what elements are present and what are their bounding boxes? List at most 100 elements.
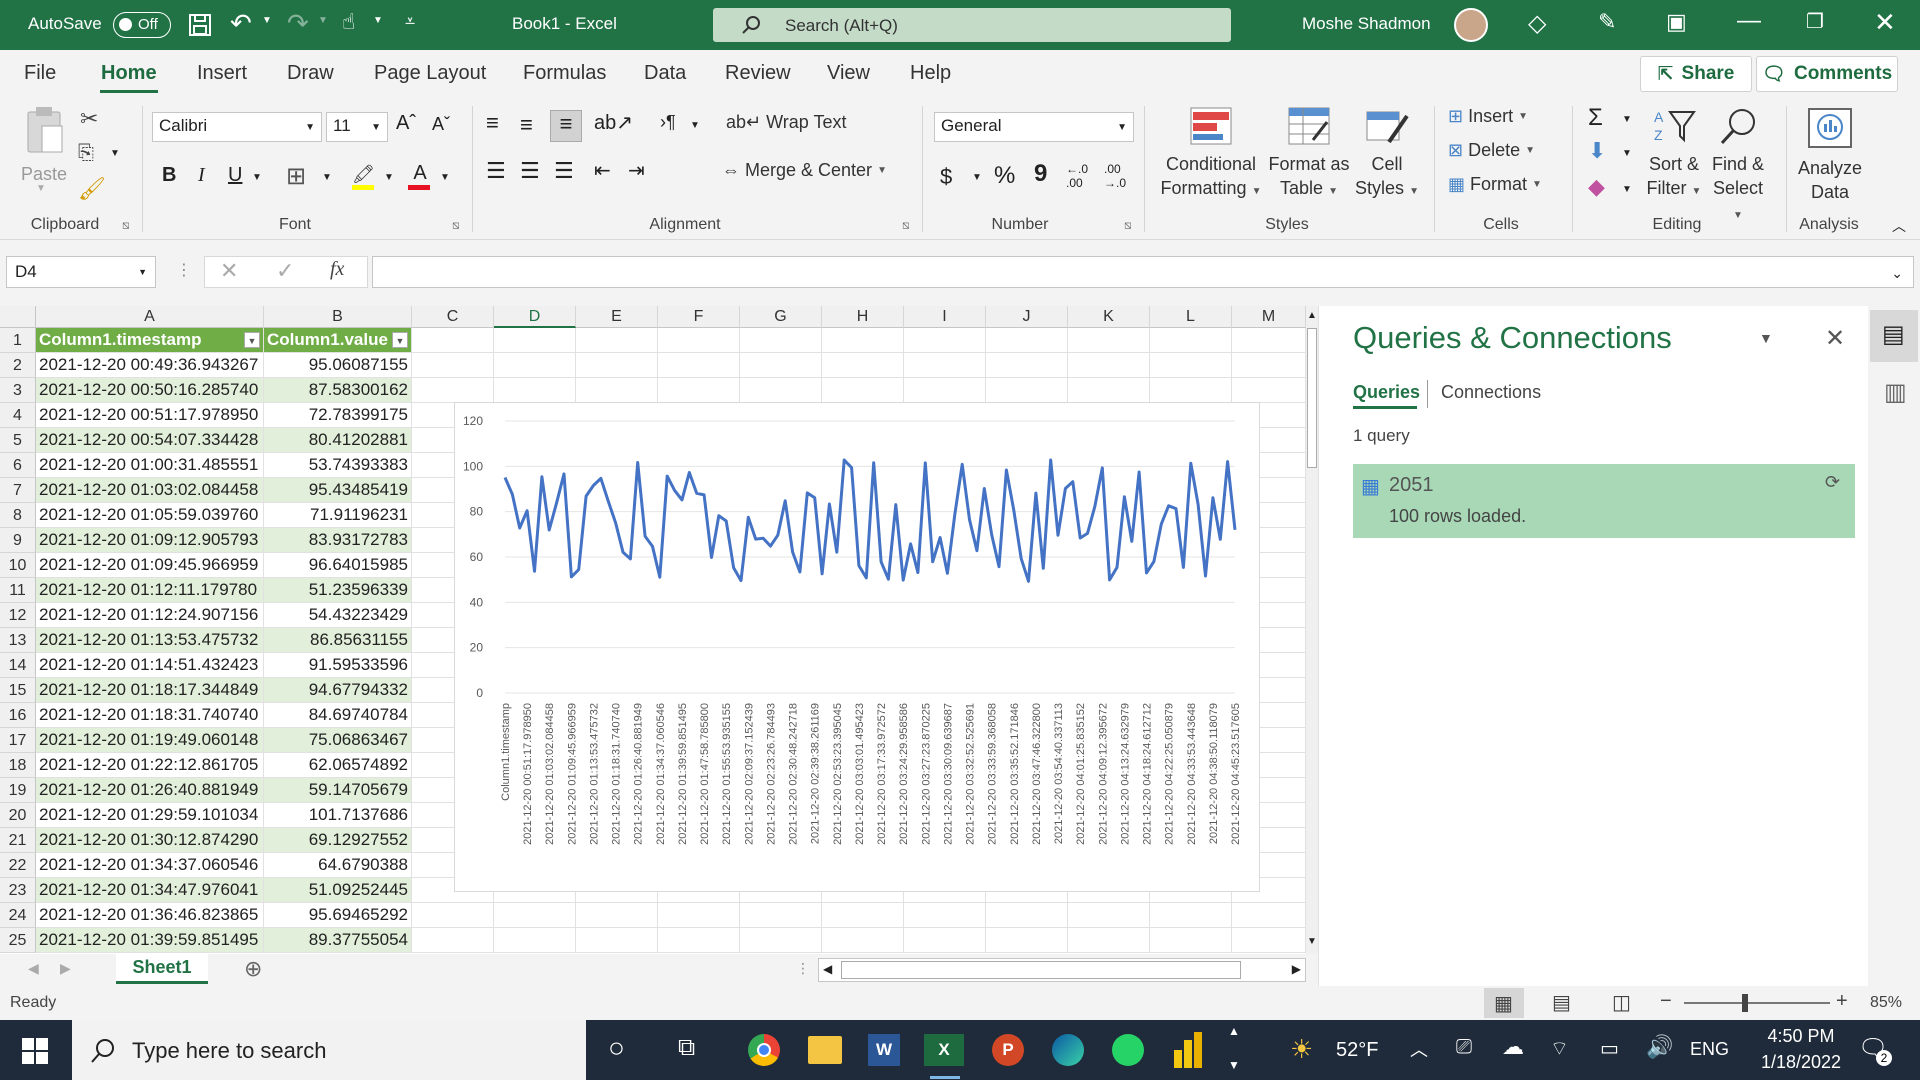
touch-mode-icon[interactable]: ☝ [342,9,355,35]
network-icon[interactable]: ⌔ [1550,1036,1569,1061]
row-header[interactable]: 2 [0,353,36,378]
table-cell[interactable]: 96.64015985 [264,553,412,578]
name-box[interactable]: D4 ▼ [6,256,156,288]
table-cell[interactable]: 2021-12-20 01:18:17.344849 [36,678,264,703]
table-cell[interactable]: 2021-12-20 01:05:59.039760 [36,503,264,528]
font-launcher-icon[interactable]: ⧅ [452,218,460,233]
cell[interactable] [986,353,1068,378]
cell[interactable] [904,378,986,403]
cell[interactable] [740,378,822,403]
paste-button[interactable]: Paste [18,104,70,186]
table-cell[interactable]: 101.7137686 [264,803,412,828]
cell[interactable] [1232,928,1306,953]
align-center-icon[interactable]: ☰ [520,158,540,184]
redo-dropdown-icon[interactable]: ▼ [318,15,328,26]
italic-button[interactable]: I [198,164,205,187]
cell[interactable] [1232,903,1306,928]
cell[interactable] [576,378,658,403]
column-header-e[interactable]: E [576,306,658,328]
excel-icon[interactable]: X [924,1034,964,1066]
table-cell[interactable]: 95.43485419 [264,478,412,503]
enter-icon[interactable]: ✓ [276,258,294,284]
cell[interactable] [412,353,494,378]
column-header-m[interactable]: M [1232,306,1306,328]
cell[interactable] [740,903,822,928]
pane-close-icon[interactable]: ✕ [1825,324,1845,353]
table-header-timestamp[interactable]: Column1.timestamp ▼ [36,328,264,353]
row-header[interactable]: 18 [0,753,36,778]
cell[interactable] [1150,353,1232,378]
query-item[interactable]: ▦ 2051 100 rows loaded. ⟳ [1353,464,1855,538]
rtl-dropdown-icon[interactable]: ▼ [690,120,700,131]
cell[interactable] [576,328,658,353]
column-header-b[interactable]: B [264,306,412,328]
cut-icon[interactable]: ✂ [80,106,98,132]
row-header[interactable]: 22 [0,853,36,878]
cell[interactable] [494,378,576,403]
underline-button[interactable]: U [228,164,242,187]
cell[interactable] [1150,328,1232,353]
tab-view[interactable]: View [827,62,870,85]
align-left-icon[interactable]: ☰ [486,158,506,184]
table-cell[interactable]: 95.06087155 [264,353,412,378]
pen-icon[interactable]: ✎ [1598,9,1616,35]
insert-cells-button[interactable]: ⊞ Insert ▼ [1448,106,1528,127]
cell[interactable] [658,378,740,403]
table-cell[interactable]: 2021-12-20 01:03:02.084458 [36,478,264,503]
diamond-icon[interactable]: ◇ [1528,9,1546,38]
column-header-j[interactable]: J [986,306,1068,328]
customize-toolbar-icon[interactable]: ⩡ [405,11,415,32]
row-header[interactable]: 15 [0,678,36,703]
restore-icon[interactable]: ❐ [1806,9,1824,34]
percent-button[interactable]: % [994,162,1015,190]
cell[interactable] [1232,378,1306,403]
clear-icon[interactable]: ◆ [1588,174,1605,200]
table-cell[interactable]: 2021-12-20 01:00:31.485551 [36,453,264,478]
tab-insert[interactable]: Insert [197,62,247,85]
cell[interactable] [1068,353,1150,378]
insert-function-button[interactable]: fx [330,258,344,281]
whatsapp-icon[interactable] [1112,1034,1144,1066]
scroll-up-icon[interactable]: ▲ [1307,310,1317,321]
edge-icon[interactable] [1052,1034,1084,1066]
increase-indent-icon[interactable]: ⇥ [628,158,645,183]
cell[interactable] [412,328,494,353]
cell[interactable] [740,928,822,953]
cell[interactable] [822,353,904,378]
number-format-select[interactable]: General ▼ [934,112,1134,142]
row-header[interactable]: 24 [0,903,36,928]
cell[interactable] [986,903,1068,928]
row-header[interactable]: 6 [0,453,36,478]
cell[interactable] [904,903,986,928]
cell[interactable] [576,903,658,928]
formula-input[interactable]: ⌄ [372,256,1914,288]
table-cell[interactable]: 2021-12-20 01:13:53.475732 [36,628,264,653]
tab-data[interactable]: Data [644,62,686,85]
share-button[interactable]: ⇱ Share [1640,56,1752,92]
row-header[interactable]: 17 [0,728,36,753]
align-top-icon[interactable]: ≡ [486,110,499,136]
scroll-thumb[interactable] [1307,328,1317,468]
cell[interactable] [494,903,576,928]
column-header-d[interactable]: D [494,306,576,328]
windows-start-icon[interactable] [22,1038,48,1064]
orientation-icon[interactable]: ab↗ [594,110,633,135]
properties-icon[interactable]: ▥ [1884,378,1907,407]
table-cell[interactable]: 62.06574892 [264,753,412,778]
table-cell[interactable]: 53.74393383 [264,453,412,478]
column-header-c[interactable]: C [412,306,494,328]
cell[interactable] [1150,378,1232,403]
vertical-scrollbar[interactable]: ▲ ▼ [1306,306,1318,954]
increase-decimal-button[interactable]: ←.0 .00 [1066,162,1096,190]
cell[interactable] [904,928,986,953]
table-cell[interactable]: 80.41202881 [264,428,412,453]
comments-button[interactable]: 🗨 Comments [1756,56,1898,92]
table-cell[interactable]: 86.85631155 [264,628,412,653]
zoom-slider-thumb[interactable] [1742,994,1748,1012]
table-cell[interactable]: 2021-12-20 01:34:47.976041 [36,878,264,903]
scroll-right-icon[interactable]: ▶ [1292,962,1301,976]
borders-dropdown-icon[interactable]: ▼ [322,172,332,183]
fill-dropdown-icon[interactable]: ▼ [1622,148,1632,159]
tab-file[interactable]: File [24,62,56,85]
table-cell[interactable]: 94.67794332 [264,678,412,703]
